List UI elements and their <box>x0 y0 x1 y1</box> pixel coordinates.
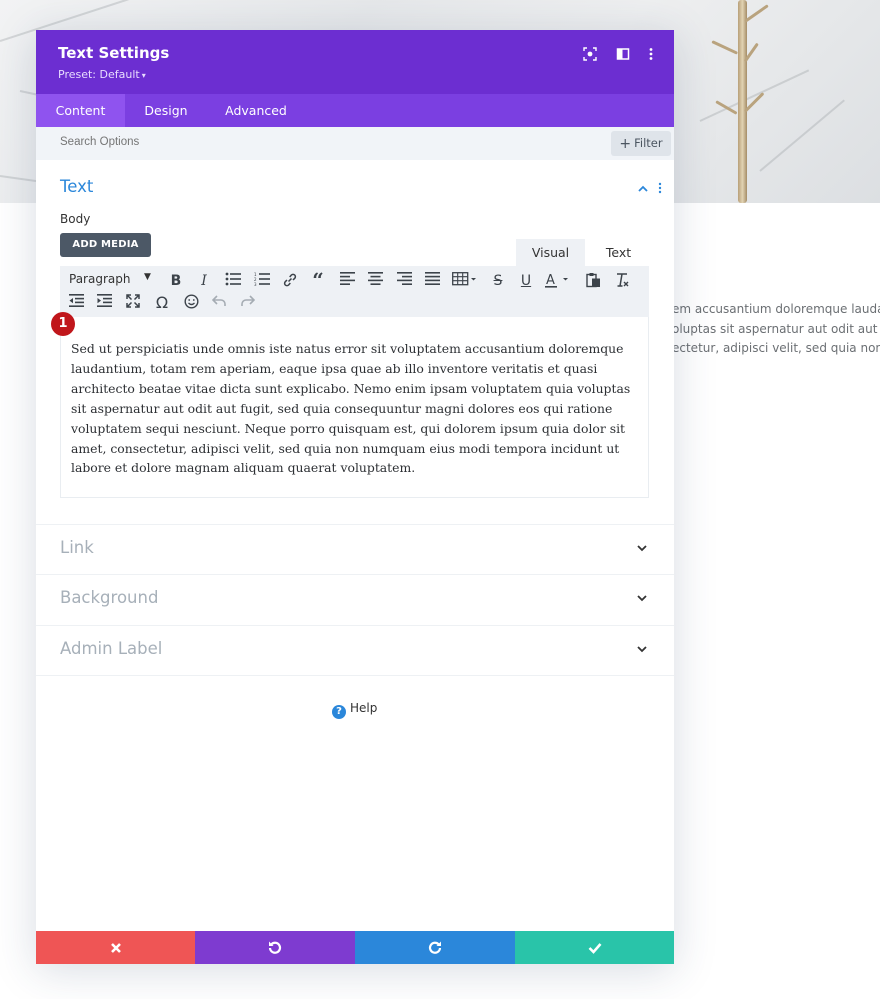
focus-icon[interactable] <box>582 46 598 62</box>
link-icon[interactable] <box>280 272 300 290</box>
tab-advanced[interactable]: Advanced <box>207 94 305 127</box>
modal-footer <box>36 931 674 964</box>
help-label: Help <box>350 701 378 715</box>
text-section-title[interactable]: Text <box>60 177 93 196</box>
undo-icon <box>268 941 282 954</box>
text-editor-area[interactable]: Sed ut perspiciatis unde omnis iste natu… <box>60 317 649 498</box>
chevron-down-icon[interactable] <box>636 643 648 655</box>
chevron-up-icon[interactable] <box>636 180 666 196</box>
preset-label: Preset: Default <box>58 68 140 81</box>
align-right-icon[interactable] <box>394 272 414 290</box>
format-select[interactable]: Paragraph <box>69 272 130 286</box>
redo-button[interactable] <box>355 931 515 964</box>
editor-tab-visual[interactable]: Visual <box>516 239 585 266</box>
bold-icon[interactable]: B <box>166 272 186 290</box>
redo-icon <box>428 941 442 954</box>
paste-text-icon[interactable] <box>583 272 603 290</box>
redo-icon[interactable] <box>238 294 258 312</box>
search-bar: +Filter <box>36 127 674 160</box>
svg-text:A: A <box>546 273 555 288</box>
help-icon: ? <box>332 705 346 719</box>
emoticons-icon[interactable] <box>181 294 201 312</box>
caret-down-icon[interactable]: ▼ <box>144 272 151 282</box>
bullet-list-icon[interactable] <box>223 272 243 290</box>
section-label: Background <box>60 588 159 607</box>
more-vertical-icon[interactable] <box>643 46 659 62</box>
background-text-line: ectetur, adipisci velit, sed quia non nu <box>672 341 880 355</box>
section-divider <box>36 675 674 676</box>
text-settings-modal: Text Settings Preset: Default ▾ Content D… <box>36 30 674 964</box>
filter-label: Filter <box>634 136 663 150</box>
background-page-text: em accusantium doloremque laudanti olupt… <box>672 300 880 359</box>
body-field-label: Body <box>60 212 91 226</box>
italic-icon[interactable]: I <box>194 272 214 290</box>
indent-icon[interactable] <box>94 294 114 312</box>
editor-content[interactable]: Sed ut perspiciatis unde omnis iste natu… <box>71 339 643 478</box>
editor-toolbar: Paragraph ▼ B I 123 “ S U A Ω <box>60 266 649 317</box>
tab-content[interactable]: Content <box>36 94 125 127</box>
close-icon <box>110 943 121 953</box>
section-admin-label[interactable]: Admin Label <box>36 626 674 676</box>
section-label: Admin Label <box>60 639 163 658</box>
check-icon <box>588 943 601 954</box>
filter-button[interactable]: + Filter <box>611 131 671 156</box>
chevron-down-icon[interactable] <box>636 542 648 554</box>
undo-button[interactable] <box>195 931 355 964</box>
help-link[interactable]: ? Help <box>332 701 377 719</box>
plus-icon: + <box>619 136 632 152</box>
outdent-icon[interactable] <box>66 294 86 312</box>
settings-tabs: Content Design Advanced <box>36 94 674 127</box>
editor-tab-text[interactable]: Text <box>589 239 648 266</box>
fullscreen-icon[interactable] <box>123 294 143 312</box>
modal-title: Text Settings <box>58 44 170 62</box>
tab-design[interactable]: Design <box>125 94 207 127</box>
section-link[interactable]: Link <box>36 525 674 575</box>
align-left-icon[interactable] <box>337 272 357 290</box>
text-color-icon[interactable]: A <box>544 272 572 290</box>
background-text-line: em accusantium doloremque laudanti <box>672 302 880 316</box>
sidebar-toggle-icon[interactable] <box>615 46 631 62</box>
chevron-down-icon[interactable] <box>636 592 648 604</box>
special-character-icon[interactable]: Ω <box>152 294 172 312</box>
undo-icon[interactable] <box>209 294 229 312</box>
blockquote-icon[interactable]: “ <box>308 270 328 290</box>
section-background[interactable]: Background <box>36 575 674 625</box>
search-options-input[interactable] <box>60 136 214 148</box>
svg-text:3: 3 <box>254 282 257 286</box>
section-tools <box>636 180 666 196</box>
modal-header: Text Settings Preset: Default ▾ <box>36 30 674 94</box>
align-justify-icon[interactable] <box>422 272 442 290</box>
strikethrough-icon[interactable]: S <box>488 272 508 290</box>
clear-formatting-icon[interactable] <box>612 272 632 290</box>
table-icon[interactable] <box>451 272 479 290</box>
save-button[interactable] <box>515 931 674 964</box>
section-label: Link <box>60 538 94 557</box>
align-center-icon[interactable] <box>365 272 385 290</box>
add-media-button[interactable]: ADD MEDIA <box>60 233 151 257</box>
caret-down-icon: ▾ <box>141 71 146 80</box>
background-text-line: oluptas sit aspernatur aut odit aut fugi <box>672 321 880 336</box>
plant-stem <box>738 0 747 203</box>
numbered-list-icon[interactable]: 123 <box>252 272 272 290</box>
underline-icon[interactable]: U <box>516 272 536 290</box>
step-badge: 1 <box>51 312 75 336</box>
preset-dropdown[interactable]: Preset: Default ▾ <box>58 68 146 81</box>
cancel-button[interactable] <box>36 931 195 964</box>
